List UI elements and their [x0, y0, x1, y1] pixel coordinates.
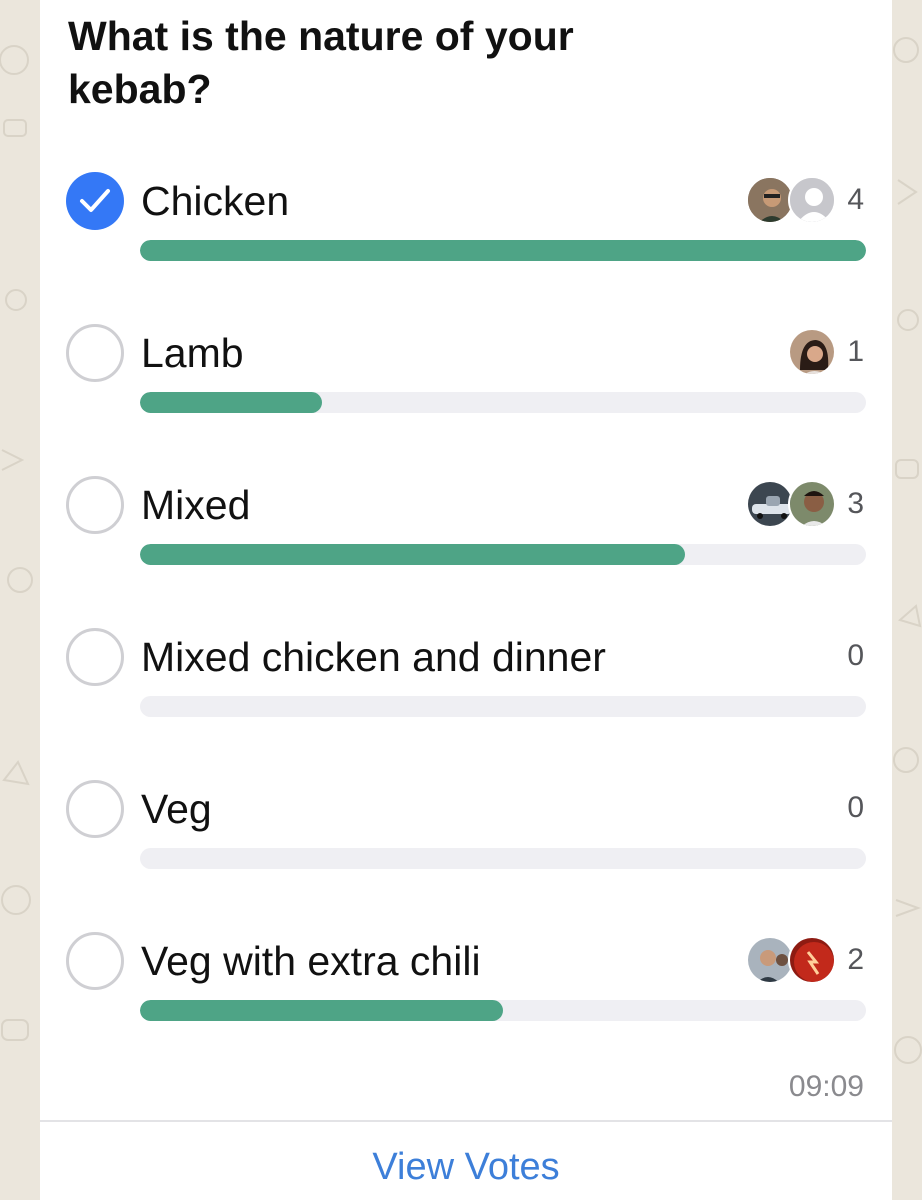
vote-bar-fill	[140, 1000, 503, 1021]
vote-count: 0	[847, 639, 864, 672]
option-label: Mixed chicken and dinner	[141, 634, 606, 680]
divider	[40, 1120, 892, 1122]
avatar	[746, 176, 794, 224]
vote-bar-fill	[140, 544, 685, 565]
vote-count: 3	[847, 487, 864, 520]
option-label: Mixed	[141, 482, 251, 528]
poll-option-mixed-chicken-and-dinner[interactable]: Mixed chicken and dinner 0	[40, 628, 892, 768]
person-placeholder-icon	[788, 176, 836, 224]
radio-button[interactable]	[66, 324, 124, 382]
message-timestamp: 09:09	[788, 1070, 864, 1103]
vote-bar-track	[140, 848, 866, 869]
poll-option-mixed[interactable]: Mixed 3	[40, 476, 892, 616]
poll-question: What is the nature of your kebab?	[68, 13, 574, 112]
vote-count: 1	[847, 335, 864, 368]
avatar	[788, 480, 836, 528]
voter-avatars[interactable]	[746, 176, 842, 224]
option-label: Lamb	[141, 330, 244, 376]
vote-bar-track	[140, 1000, 866, 1021]
option-label: Chicken	[141, 178, 290, 224]
avatar	[746, 480, 794, 528]
view-votes-button[interactable]: View Votes	[40, 1146, 892, 1189]
poll-message-card: What is the nature of your kebab? Chicke…	[40, 0, 892, 1200]
avatar	[746, 936, 794, 984]
option-label: Veg with extra chili	[141, 938, 481, 984]
poll-option-chicken[interactable]: Chicken 4	[40, 172, 892, 312]
vote-count: 2	[847, 943, 864, 976]
poll-option-veg-with-extra-chili[interactable]: Veg with extra chili 2	[40, 932, 892, 1072]
radio-button[interactable]	[66, 476, 124, 534]
vote-bar-track	[140, 696, 866, 717]
vote-bar-fill	[140, 392, 322, 413]
vote-count: 0	[847, 791, 864, 824]
checkmark-icon[interactable]	[66, 172, 124, 230]
radio-button[interactable]	[66, 628, 124, 686]
vote-bar-track	[140, 392, 866, 413]
avatar	[788, 328, 836, 376]
voter-avatars[interactable]	[788, 328, 842, 376]
voter-avatars[interactable]	[746, 936, 842, 984]
vote-bar-track	[140, 240, 866, 261]
vote-bar-track	[140, 544, 866, 565]
vote-count: 4	[847, 183, 864, 216]
poll-option-lamb[interactable]: Lamb 1	[40, 324, 892, 464]
voter-avatars[interactable]	[746, 480, 842, 528]
poll-option-veg[interactable]: Veg 0	[40, 780, 892, 920]
option-label: Veg	[141, 786, 212, 832]
vote-bar-fill	[140, 240, 866, 261]
radio-button[interactable]	[66, 932, 124, 990]
radio-button[interactable]	[66, 780, 124, 838]
avatar	[788, 936, 836, 984]
